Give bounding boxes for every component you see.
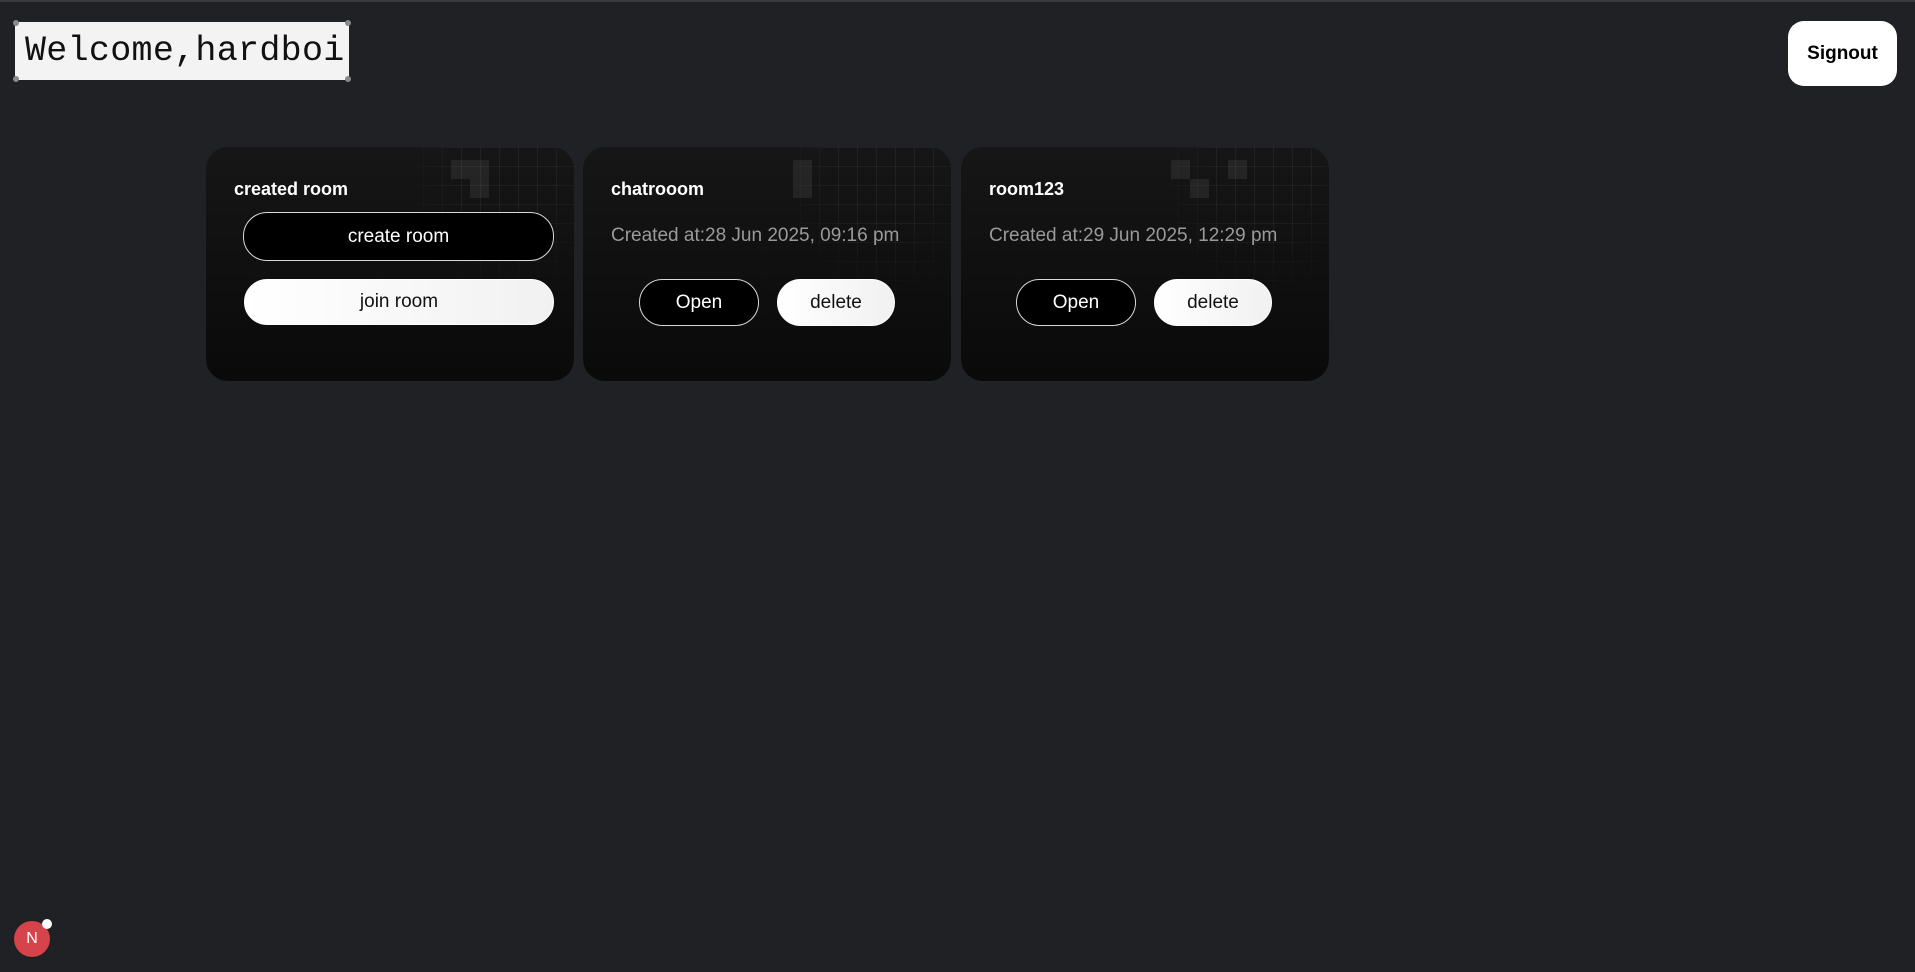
resize-handle-icon (13, 76, 19, 82)
delete-room-button[interactable]: delete (1154, 279, 1272, 326)
room-actions-card: created room create room join room (206, 147, 574, 381)
grid-cell-decoration (1228, 160, 1247, 179)
welcome-text: Welcome,hardboi (25, 31, 345, 71)
room-name: chatrooom (611, 179, 705, 199)
room-name: room123 (989, 179, 1065, 199)
top-border (0, 0, 1915, 2)
room-card: room123 Created at:29 Jun 2025, 12:29 pm… (961, 147, 1329, 381)
welcome-banner: Welcome,hardboi (13, 20, 351, 82)
room-created-at: Created at:29 Jun 2025, 12:29 pm (989, 225, 1278, 246)
create-room-button[interactable]: create room (243, 212, 554, 261)
badge-letter: N (26, 930, 38, 947)
delete-room-button[interactable]: delete (777, 279, 895, 326)
card-title: created room (234, 179, 349, 199)
open-room-button[interactable]: Open (1016, 279, 1136, 326)
join-room-button[interactable]: join room (244, 279, 554, 325)
grid-cell-decoration (470, 179, 489, 198)
resize-handle-icon (13, 20, 19, 26)
open-room-button[interactable]: Open (639, 279, 759, 326)
grid-cell-decoration (451, 160, 470, 179)
grid-cell-decoration (793, 179, 812, 198)
grid-cell-decoration (470, 160, 489, 179)
grid-cell-decoration (793, 160, 812, 179)
notification-dot-icon (42, 919, 52, 929)
resize-handle-icon (345, 76, 351, 82)
grid-cell-decoration (1190, 179, 1209, 198)
room-created-at: Created at:28 Jun 2025, 09:16 pm (611, 225, 900, 246)
grid-cell-decoration (1171, 160, 1190, 179)
signout-button[interactable]: Signout (1788, 21, 1897, 86)
nextjs-devtools-icon[interactable]: N (14, 919, 52, 957)
room-card: chatrooom Created at:28 Jun 2025, 09:16 … (583, 147, 951, 381)
resize-handle-icon (345, 20, 351, 26)
